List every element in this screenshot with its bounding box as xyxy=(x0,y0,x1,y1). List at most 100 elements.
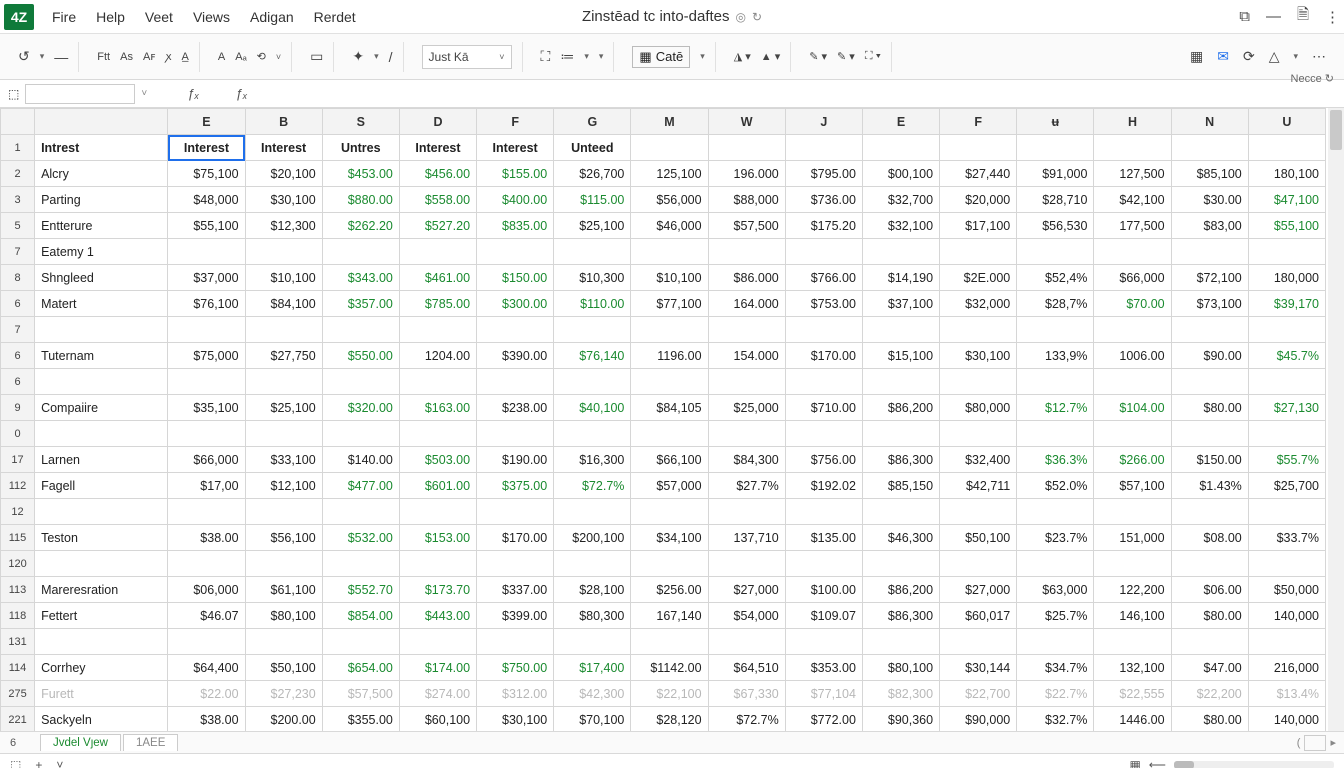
data-cell[interactable]: $17,400 xyxy=(554,655,631,681)
data-cell[interactable]: $854.00 xyxy=(322,603,399,629)
list-caret-2[interactable]: ▾ xyxy=(599,51,604,62)
rotate-icon[interactable]: ⟲ xyxy=(257,50,266,63)
data-cell[interactable] xyxy=(940,421,1017,447)
pen-icon-1[interactable]: ✎ ▾ xyxy=(809,50,827,63)
font-color-icon[interactable]: ▲ ▾ xyxy=(761,50,780,63)
data-cell[interactable]: $86,300 xyxy=(862,603,939,629)
row-header[interactable]: 8 xyxy=(1,265,35,291)
data-cell[interactable]: $140.00 xyxy=(322,447,399,473)
row-label[interactable]: Tuternam xyxy=(35,343,168,369)
data-cell[interactable] xyxy=(399,551,476,577)
data-cell[interactable]: $25,100 xyxy=(554,213,631,239)
data-cell[interactable]: 133,9% xyxy=(1017,343,1094,369)
menu-adigan[interactable]: Adigan xyxy=(250,9,294,25)
menu-help[interactable]: Help xyxy=(96,9,125,25)
grab-icon[interactable]: ⛶ xyxy=(541,48,551,65)
data-cell[interactable]: $12.7% xyxy=(1017,395,1094,421)
data-cell[interactable]: $80,100 xyxy=(245,603,322,629)
data-cell[interactable] xyxy=(168,369,245,395)
data-cell[interactable]: $200,100 xyxy=(554,525,631,551)
col-header-7[interactable]: W xyxy=(708,109,785,135)
data-cell[interactable]: $880.00 xyxy=(322,187,399,213)
triangle-icon[interactable]: △ xyxy=(1269,48,1280,65)
data-cell[interactable] xyxy=(1171,499,1248,525)
align-box-icon[interactable]: ▭ xyxy=(310,48,323,65)
data-cell[interactable]: $67,330 xyxy=(708,681,785,707)
data-cell[interactable]: $26,700 xyxy=(554,161,631,187)
data-cell[interactable]: 154.000 xyxy=(708,343,785,369)
row-header[interactable]: 131 xyxy=(1,629,35,655)
data-cell[interactable] xyxy=(399,317,476,343)
data-cell[interactable] xyxy=(1094,369,1171,395)
data-cell[interactable] xyxy=(862,551,939,577)
data-cell[interactable]: $90.00 xyxy=(1171,343,1248,369)
data-cell[interactable]: $33,100 xyxy=(245,447,322,473)
data-cell[interactable]: $357.00 xyxy=(322,291,399,317)
row-label[interactable] xyxy=(35,629,168,655)
data-cell[interactable] xyxy=(940,499,1017,525)
data-cell[interactable]: $28,100 xyxy=(554,577,631,603)
data-cell[interactable]: $36.3% xyxy=(1017,447,1094,473)
data-cell[interactable]: $750.00 xyxy=(477,655,554,681)
data-cell[interactable] xyxy=(1248,551,1325,577)
data-cell[interactable] xyxy=(477,369,554,395)
data-cell[interactable]: $45.7% xyxy=(1248,343,1325,369)
undo-caret[interactable]: ▾ xyxy=(40,51,45,62)
data-cell[interactable]: $27.7% xyxy=(708,473,785,499)
data-cell[interactable]: $756.00 xyxy=(785,447,862,473)
row-header[interactable]: 12 xyxy=(1,499,35,525)
data-cell[interactable]: $28,120 xyxy=(631,707,708,733)
data-cell[interactable] xyxy=(1248,629,1325,655)
data-cell[interactable]: $1142.00 xyxy=(631,655,708,681)
data-cell[interactable]: $153.00 xyxy=(399,525,476,551)
data-cell[interactable]: $66,000 xyxy=(168,447,245,473)
data-cell[interactable] xyxy=(477,421,554,447)
data-cell[interactable]: $90,360 xyxy=(862,707,939,733)
data-cell[interactable]: $37,000 xyxy=(168,265,245,291)
data-cell[interactable]: $80,300 xyxy=(554,603,631,629)
data-cell[interactable]: $72,100 xyxy=(1171,265,1248,291)
row-header[interactable]: 120 xyxy=(1,551,35,577)
fx-icon-2[interactable]: ƒₓ xyxy=(235,86,247,101)
data-cell[interactable] xyxy=(631,317,708,343)
data-cell[interactable]: $35,100 xyxy=(168,395,245,421)
data-cell[interactable]: $17,100 xyxy=(940,213,1017,239)
data-cell[interactable]: $86.000 xyxy=(708,265,785,291)
strike-icon[interactable]: ꭗ xyxy=(166,49,172,64)
data-cell[interactable] xyxy=(245,369,322,395)
data-cell[interactable]: $355.00 xyxy=(322,707,399,733)
data-cell[interactable]: $34.7% xyxy=(1017,655,1094,681)
data-cell[interactable] xyxy=(708,551,785,577)
data-cell[interactable]: $25.7% xyxy=(1017,603,1094,629)
data-cell[interactable] xyxy=(1094,551,1171,577)
data-cell[interactable] xyxy=(1094,629,1171,655)
namebox-caret[interactable]: ˅ xyxy=(141,88,147,99)
header-cell[interactable] xyxy=(1017,135,1094,161)
data-cell[interactable] xyxy=(1171,421,1248,447)
minimize-icon[interactable]: — xyxy=(1266,8,1281,25)
row-label[interactable]: Fettert xyxy=(35,603,168,629)
data-cell[interactable]: $64,400 xyxy=(168,655,245,681)
data-cell[interactable]: $772.00 xyxy=(785,707,862,733)
data-cell[interactable]: $46,000 xyxy=(631,213,708,239)
data-cell[interactable]: $10,100 xyxy=(245,265,322,291)
row-header[interactable]: 221 xyxy=(1,707,35,733)
data-cell[interactable]: $32,000 xyxy=(940,291,1017,317)
row-header[interactable]: 115 xyxy=(1,525,35,551)
data-cell[interactable] xyxy=(168,551,245,577)
data-cell[interactable]: 177,500 xyxy=(1094,213,1171,239)
data-cell[interactable]: $34,100 xyxy=(631,525,708,551)
data-cell[interactable]: $56,100 xyxy=(245,525,322,551)
data-cell[interactable]: $91,000 xyxy=(1017,161,1094,187)
col-header-1[interactable]: B xyxy=(245,109,322,135)
data-cell[interactable] xyxy=(322,239,399,265)
data-cell[interactable]: $20,000 xyxy=(940,187,1017,213)
menu-veet[interactable]: Veet xyxy=(145,9,173,25)
data-cell[interactable]: $390.00 xyxy=(477,343,554,369)
data-cell[interactable] xyxy=(245,629,322,655)
data-cell[interactable] xyxy=(554,499,631,525)
row-label[interactable] xyxy=(35,317,168,343)
data-cell[interactable]: $42,100 xyxy=(1094,187,1171,213)
data-cell[interactable]: $532.00 xyxy=(322,525,399,551)
data-cell[interactable]: $80.00 xyxy=(1171,395,1248,421)
